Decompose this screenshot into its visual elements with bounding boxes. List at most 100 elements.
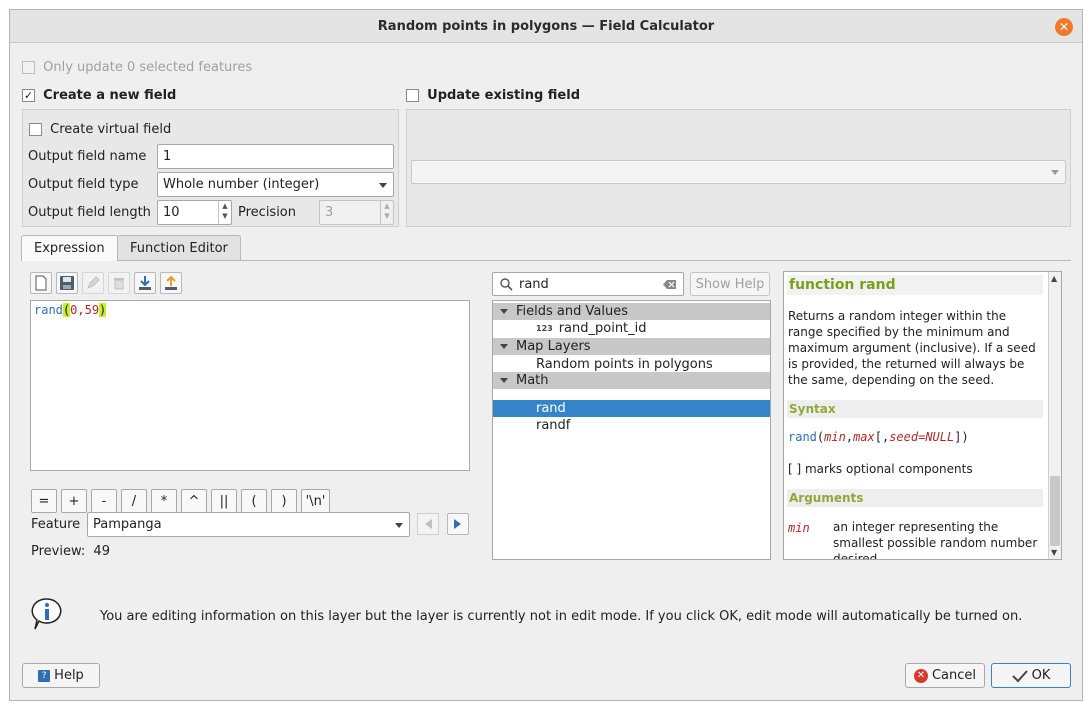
next-feature-button[interactable] bbox=[447, 513, 469, 535]
syntax-opt-open: [, bbox=[874, 430, 890, 444]
save-button[interactable] bbox=[56, 272, 78, 294]
tree-item-layer[interactable]: Random points in polygons bbox=[493, 356, 770, 373]
export-button[interactable] bbox=[160, 272, 182, 294]
output-type-select[interactable]: Whole number (integer) bbox=[157, 172, 394, 197]
integer-field-icon: 123 bbox=[536, 324, 553, 333]
operator-close-paren-button[interactable]: ) bbox=[271, 489, 297, 513]
arrow-left-icon bbox=[425, 519, 432, 529]
help-button[interactable]: ? Help bbox=[22, 663, 100, 688]
output-name-label: Output field name bbox=[28, 149, 147, 164]
ok-button-label: OK bbox=[1031, 668, 1051, 683]
collapse-arrow-icon[interactable] bbox=[500, 344, 508, 349]
output-length-label: Output field length bbox=[28, 205, 151, 220]
help-title-bar: function rand bbox=[787, 275, 1043, 295]
precision-label: Precision bbox=[238, 205, 297, 220]
save-icon bbox=[60, 276, 74, 290]
optional-note: [ ] marks optional components bbox=[788, 462, 973, 476]
virtual-field-row[interactable]: Create virtual field bbox=[29, 122, 171, 137]
import-button[interactable] bbox=[134, 272, 156, 294]
help-button-label: Help bbox=[54, 668, 84, 683]
tab-function-editor[interactable]: Function Editor bbox=[117, 235, 241, 261]
operator-minus-button[interactable]: - bbox=[91, 489, 117, 513]
output-length-spinbox[interactable]: 10 ▲ ▼ bbox=[157, 200, 232, 225]
download-icon bbox=[139, 276, 151, 290]
scroll-up-icon[interactable]: ▲ bbox=[1051, 274, 1057, 283]
only-selected-row: Only update 0 selected features bbox=[22, 60, 252, 75]
checkmark-icon bbox=[1011, 669, 1028, 682]
chevron-down-icon bbox=[1051, 170, 1059, 175]
create-new-field-label: Create a new field bbox=[43, 88, 177, 103]
tree-item-rand[interactable]: rand bbox=[493, 400, 770, 417]
virtual-field-label: Create virtual field bbox=[50, 122, 172, 137]
clear-icon bbox=[663, 280, 676, 289]
help-icon: ? bbox=[38, 669, 51, 682]
tree-group-map-layers[interactable]: Map Layers bbox=[493, 338, 770, 355]
output-name-input[interactable]: 1 bbox=[157, 144, 394, 169]
update-existing-label: Update existing field bbox=[427, 88, 581, 103]
close-icon[interactable]: ✕ bbox=[1055, 18, 1073, 36]
collapse-arrow-icon[interactable] bbox=[500, 309, 508, 314]
tree-group-label: Math bbox=[516, 373, 549, 388]
previous-feature-button bbox=[417, 513, 439, 535]
scroll-down-icon[interactable]: ▼ bbox=[1051, 548, 1057, 557]
function-help-panel: function rand Returns a random integer w… bbox=[783, 271, 1062, 560]
syntax-comma: , bbox=[845, 430, 854, 444]
tree-item-rand-point-id[interactable]: 123 rand_point_id bbox=[493, 320, 770, 337]
cancel-icon: ✕ bbox=[913, 668, 928, 683]
operator-multiply-button[interactable]: * bbox=[151, 489, 177, 513]
field-calculator-dialog: Random points in polygons — Field Calcul… bbox=[9, 9, 1083, 701]
preview-row: Preview: 49 bbox=[31, 544, 110, 559]
spin-arrows-icon[interactable]: ▲ ▼ bbox=[218, 201, 231, 224]
output-type-value: Whole number (integer) bbox=[163, 177, 320, 192]
tab-function-editor-label: Function Editor bbox=[130, 241, 228, 256]
tree-group-math[interactable]: Math bbox=[493, 372, 770, 389]
create-new-field-row[interactable]: ✓ Create a new field bbox=[22, 88, 176, 103]
operator-concat-button[interactable]: || bbox=[211, 489, 237, 513]
operator-plus-button[interactable]: + bbox=[61, 489, 87, 513]
operator-divide-button[interactable]: / bbox=[121, 489, 147, 513]
function-tree: Fields and Values 123 rand_point_id Map … bbox=[492, 300, 771, 560]
help-title: function rand bbox=[789, 277, 896, 293]
operator-newline-button[interactable]: '\n' bbox=[301, 489, 330, 513]
syntax-close: ]) bbox=[954, 430, 969, 444]
title-bar: Random points in polygons — Field Calcul… bbox=[10, 10, 1082, 43]
only-selected-label: Only update 0 selected features bbox=[43, 60, 253, 75]
precision-value: 3 bbox=[325, 205, 334, 220]
new-file-button[interactable] bbox=[30, 272, 52, 294]
operator-equals-button[interactable]: = bbox=[31, 489, 57, 513]
function-search-input[interactable]: rand bbox=[492, 272, 684, 296]
chevron-down-icon bbox=[395, 522, 403, 528]
operator-open-paren-button[interactable]: ( bbox=[241, 489, 267, 513]
ok-button[interactable]: OK bbox=[991, 663, 1071, 688]
info-message: You are editing information on this laye… bbox=[100, 609, 1023, 624]
scroll-thumb[interactable] bbox=[1050, 476, 1060, 546]
tab-expression-label: Expression bbox=[34, 241, 105, 256]
operator-power-button[interactable]: ^ bbox=[181, 489, 207, 513]
update-existing-row[interactable]: Update existing field bbox=[406, 88, 580, 103]
tree-item-randf[interactable]: randf bbox=[493, 417, 770, 434]
delete-button bbox=[108, 272, 130, 294]
help-scrollbar[interactable]: ▲ ▼ bbox=[1048, 272, 1061, 559]
update-existing-group bbox=[406, 109, 1071, 227]
tree-item-label: rand_point_id bbox=[558, 321, 647, 336]
upload-icon bbox=[165, 275, 177, 290]
feature-select[interactable]: Pampanga bbox=[87, 512, 410, 537]
spin-arrows-icon: ▲ ▼ bbox=[380, 201, 393, 224]
feature-value: Pampanga bbox=[93, 517, 162, 532]
create-new-field-checkbox[interactable]: ✓ bbox=[22, 89, 35, 102]
tree-item-label: randf bbox=[536, 418, 571, 433]
window-title: Random points in polygons — Field Calcul… bbox=[377, 18, 715, 34]
tree-group-fields[interactable]: Fields and Values bbox=[493, 303, 770, 320]
syntax-seed: seed=NULL bbox=[889, 430, 955, 444]
update-existing-checkbox[interactable] bbox=[406, 89, 419, 102]
tab-expression[interactable]: Expression bbox=[21, 235, 118, 261]
tab-divider bbox=[21, 260, 1071, 261]
arg-name: min bbox=[788, 521, 810, 535]
new-field-group: Create virtual field Output field name 1… bbox=[22, 109, 399, 227]
info-icon bbox=[31, 598, 62, 630]
collapse-arrow-icon[interactable] bbox=[500, 378, 508, 383]
expr-function: rand bbox=[34, 303, 63, 317]
virtual-field-checkbox[interactable] bbox=[29, 123, 42, 136]
expression-editor[interactable]: rand(0,59) bbox=[30, 300, 470, 471]
cancel-button[interactable]: ✕ Cancel bbox=[905, 663, 985, 688]
